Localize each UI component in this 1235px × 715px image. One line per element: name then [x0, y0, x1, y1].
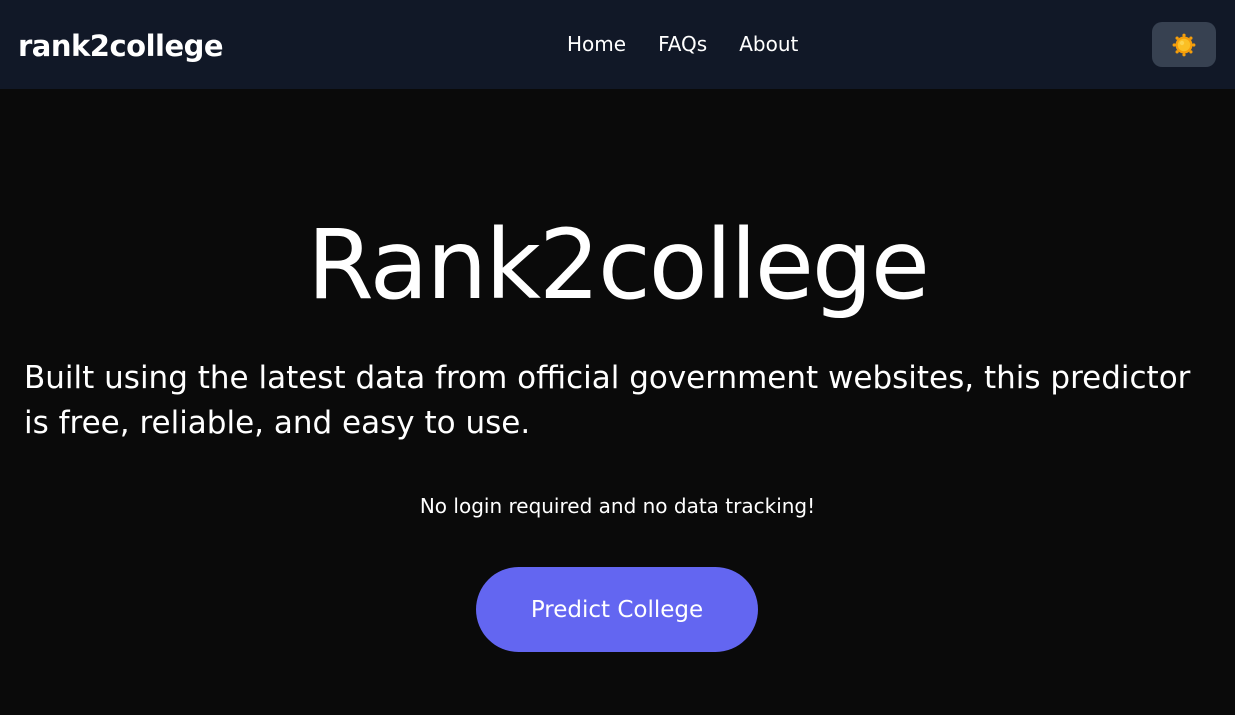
hero-description: Built using the latest data from officia…	[24, 360, 1191, 441]
nav-links: Home FAQs About	[567, 30, 798, 58]
hero-title: Rank2college	[307, 209, 930, 321]
sun-icon	[1172, 33, 1196, 56]
nav-about-link[interactable]: About	[739, 30, 798, 58]
top-navbar: rank2college Home FAQs About	[0, 0, 1235, 89]
brand-logo[interactable]: rank2college	[18, 26, 224, 66]
predict-college-button[interactable]: Predict College	[476, 567, 758, 652]
hero-note: No login required and no data tracking!	[419, 494, 816, 518]
nav-home-link[interactable]: Home	[567, 30, 626, 58]
nav-faqs-link[interactable]: FAQs	[658, 30, 707, 58]
theme-toggle-button[interactable]	[1152, 22, 1216, 67]
